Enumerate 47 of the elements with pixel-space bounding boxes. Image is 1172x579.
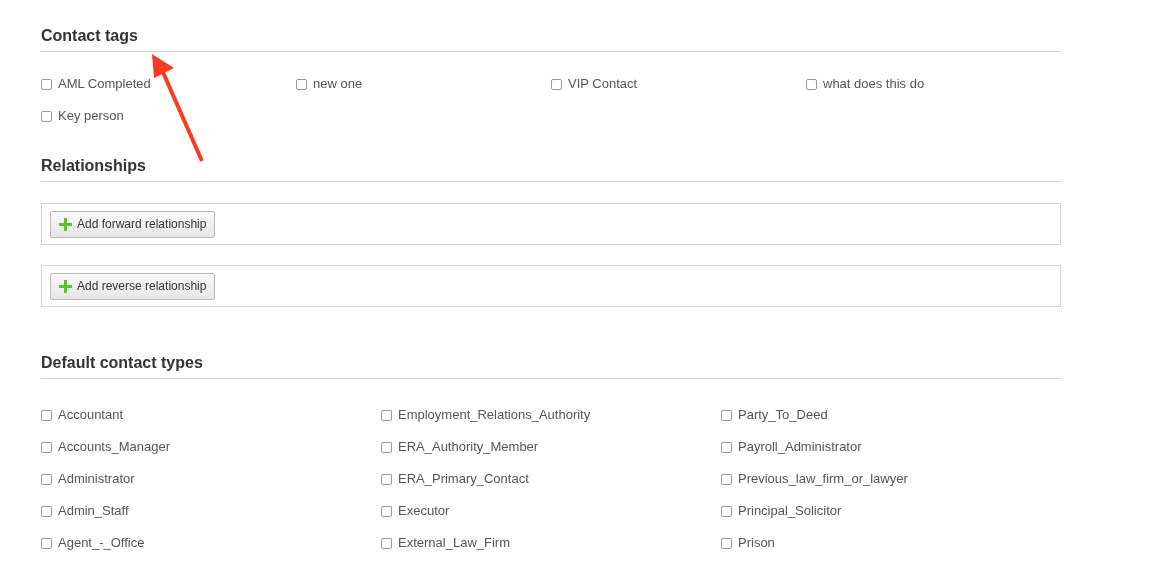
section-heading: Default contact types (41, 353, 1061, 379)
plus-icon (59, 279, 72, 293)
checkbox[interactable] (381, 505, 392, 517)
checkbox[interactable] (721, 537, 732, 549)
checkbox-label: Prison (738, 534, 775, 553)
add-relationship-button[interactable]: Add reverse relationship (50, 272, 216, 300)
checkbox[interactable] (41, 110, 52, 122)
add-relationship-button[interactable]: Add forward relationship (50, 210, 216, 238)
checkbox[interactable] (381, 537, 392, 549)
checkbox-label: ERA_Authority_Member (398, 438, 539, 457)
checkbox[interactable] (296, 78, 307, 90)
checkbox-label: Admin_Staff (58, 502, 129, 521)
checkbox-label: External_Law_Firm (398, 534, 510, 553)
checkbox-label: AML Completed (58, 75, 151, 94)
checkbox-label: Previous_law_firm_or_lawyer (738, 470, 908, 489)
plus-icon (59, 217, 72, 231)
checkbox-label: VIP Contact (568, 75, 638, 94)
checkbox[interactable] (806, 78, 817, 90)
checkbox-label: Accountant (58, 406, 124, 425)
checkbox[interactable] (721, 441, 732, 453)
checkbox[interactable] (721, 409, 732, 421)
checkbox[interactable] (41, 537, 52, 549)
checkbox[interactable] (381, 441, 392, 453)
checkbox-label: Accounts_Manager (58, 438, 170, 457)
checkbox[interactable] (41, 78, 52, 90)
checkbox[interactable] (41, 505, 52, 517)
checkbox[interactable] (721, 473, 732, 485)
checkbox[interactable] (721, 505, 732, 517)
checkbox[interactable] (381, 473, 392, 485)
checkbox-label: Executor (398, 502, 450, 521)
checkbox[interactable] (381, 409, 392, 421)
checkbox-label: what does this do (823, 75, 925, 94)
section-heading: Contact tags (41, 26, 1061, 52)
checkbox-label: Employment_Relations_Authority (398, 406, 591, 425)
checkbox-label: Administrator (58, 470, 135, 489)
checkbox[interactable] (41, 409, 52, 421)
checkbox-label: Payroll_Administrator (738, 438, 862, 457)
checkbox[interactable] (41, 441, 52, 453)
checkbox-label: Key person (58, 107, 124, 126)
checkbox-label: Agent_-_Office (58, 534, 145, 553)
checkbox-label: new one (313, 75, 363, 94)
checkbox[interactable] (551, 78, 562, 90)
section-heading: Relationships (41, 156, 1061, 182)
checkbox[interactable] (41, 473, 52, 485)
checkbox-label: ERA_Primary_Contact (398, 470, 529, 489)
checkbox-label: Party_To_Deed (738, 406, 828, 425)
checkbox-label: Principal_Solicitor (738, 502, 842, 521)
